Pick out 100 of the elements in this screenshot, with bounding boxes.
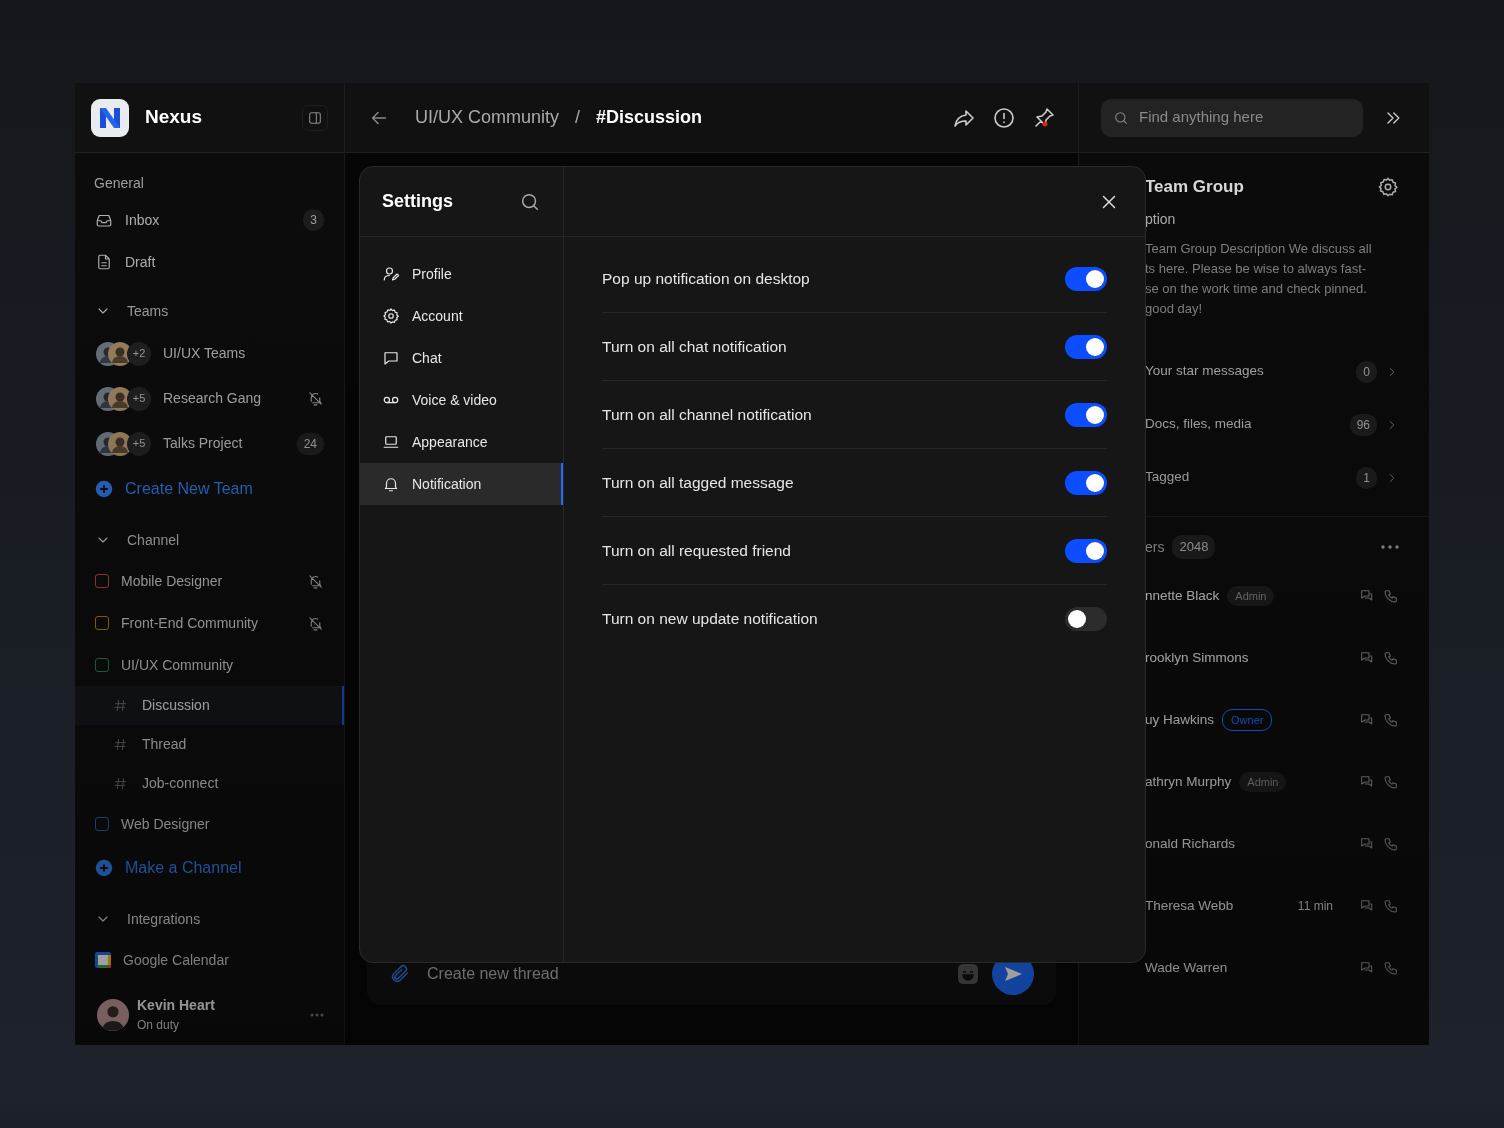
chat-icon[interactable]	[1359, 774, 1375, 790]
user-status: On duty	[137, 1017, 181, 1034]
team-link[interactable]: Talks Project	[163, 433, 243, 454]
breadcrumb-link[interactable]: UI/UX Community	[415, 104, 560, 131]
settings-menu-item[interactable]: Notification	[360, 463, 563, 505]
option-label: Turn on all requested friend	[602, 540, 791, 561]
channel-link[interactable]: Mobile Designer	[121, 570, 223, 592]
detail-link[interactable]: Docs, files, media	[1145, 414, 1252, 435]
sub-channel-item[interactable]: Discussion	[75, 686, 344, 725]
section-label: General	[94, 175, 144, 191]
phone-icon[interactable]	[1383, 898, 1399, 914]
more-icon[interactable]	[1381, 545, 1399, 549]
alert-icon[interactable]	[992, 105, 1016, 130]
toggle-switch[interactable]	[1065, 607, 1107, 631]
unread-count: 3	[303, 209, 324, 231]
section-label: ers	[1145, 537, 1165, 557]
breadcrumb-separator: /	[575, 106, 581, 129]
phone-icon[interactable]	[1383, 588, 1399, 604]
team-link[interactable]: UI/UX Teams	[163, 343, 246, 364]
role-tag: Admin	[1239, 771, 1287, 793]
user-name: Kevin Heart	[137, 996, 215, 1015]
section-label: ption	[1145, 211, 1176, 227]
person-edit-icon	[382, 265, 400, 283]
section-label: Teams	[127, 301, 169, 321]
member-name: onald Richards	[1145, 834, 1236, 853]
item-count: 1	[1356, 466, 1377, 489]
settings-menu-item[interactable]: Appearance	[360, 421, 563, 463]
search-icon	[1113, 109, 1129, 126]
toggle-switch[interactable]	[1065, 266, 1107, 291]
item-count: 96	[1349, 413, 1377, 436]
unread-count: 24	[296, 432, 324, 455]
laptop-icon	[382, 433, 400, 451]
sidebar-toggle-button[interactable]	[302, 104, 328, 131]
search-field[interactable]: Find anything here	[1101, 98, 1363, 137]
nav-link[interactable]: Inbox	[125, 209, 160, 231]
phone-icon[interactable]	[1383, 774, 1399, 790]
toggle-switch[interactable]	[1065, 470, 1107, 495]
plus-circle-icon	[95, 859, 113, 877]
phone-icon[interactable]	[1383, 712, 1399, 728]
member-total: 2048	[1172, 535, 1216, 559]
option-label: Turn on all tagged message	[602, 472, 794, 493]
chat-icon[interactable]	[1359, 712, 1375, 728]
member-name: rooklyn Simmons	[1145, 648, 1249, 667]
member-name: Theresa Webb	[1145, 896, 1234, 915]
pin-icon[interactable]	[1032, 105, 1056, 130]
plus-circle-icon	[95, 480, 113, 498]
section-label: Channel	[127, 530, 180, 550]
detail-link[interactable]: Tagged	[1145, 467, 1190, 488]
chat-icon[interactable]	[1359, 650, 1375, 666]
chat-icon[interactable]	[1359, 588, 1375, 604]
member-name: nnette Black	[1145, 586, 1220, 605]
chat-icon[interactable]	[1359, 898, 1375, 914]
sub-channel-item[interactable]: Thread	[75, 725, 344, 764]
toggle-switch[interactable]	[1065, 402, 1107, 427]
integration-link[interactable]: Google Calendar	[123, 949, 229, 971]
settings-menu-item[interactable]: Profile	[360, 253, 563, 295]
option-label: Pop up notification on desktop	[602, 268, 810, 289]
member-name: uy Hawkins	[1145, 710, 1215, 729]
channel-link[interactable]: Web Designer	[121, 813, 210, 835]
hash-icon	[113, 698, 128, 713]
member-count: +2	[127, 341, 151, 366]
section-label: Integrations	[127, 909, 201, 929]
settings-menu-item[interactable]: Chat	[360, 337, 563, 379]
phone-icon[interactable]	[1383, 836, 1399, 852]
member-name: athryn Murphy	[1145, 772, 1232, 791]
calendar-icon	[95, 952, 111, 968]
toggle-switch[interactable]	[1065, 334, 1107, 359]
channel-link[interactable]: Front-End Community	[121, 612, 258, 634]
user-avatar	[97, 998, 129, 1031]
settings-title: Settings	[382, 190, 453, 213]
channel-link[interactable]: UI/UX Community	[121, 654, 234, 676]
panel-icon	[307, 109, 323, 126]
nexus-logo	[91, 98, 129, 137]
chat-icon[interactable]	[1359, 960, 1375, 976]
settings-menu-item[interactable]: Account	[360, 295, 563, 337]
member-name: Wade Warren	[1145, 958, 1228, 977]
phone-icon[interactable]	[1383, 650, 1399, 666]
sub-channel-item[interactable]: Job-connect	[75, 764, 344, 803]
phone-icon[interactable]	[1383, 960, 1399, 976]
role-tag: Owner	[1222, 708, 1273, 732]
nav-link[interactable]: Draft	[125, 251, 156, 273]
option-label: Turn on all channel notification	[602, 404, 812, 425]
toggle-switch[interactable]	[1065, 538, 1107, 563]
document-icon	[95, 253, 113, 271]
gear-icon[interactable]	[1377, 176, 1399, 198]
channel-title: #Discussion	[596, 106, 703, 129]
detail-link[interactable]: Your star messages	[1145, 361, 1264, 382]
team-link[interactable]: Research Gang	[163, 388, 262, 409]
chat-bubble-icon	[382, 349, 400, 367]
paperclip-icon[interactable]	[389, 963, 411, 985]
chat-icon[interactable]	[1359, 836, 1375, 852]
member-count: +5	[127, 431, 151, 456]
hash-icon	[113, 737, 128, 752]
hash-icon	[113, 776, 128, 791]
app-name: Nexus	[145, 105, 203, 130]
settings-menu-item[interactable]: Voice & video	[360, 379, 563, 421]
item-count: 0	[1356, 360, 1377, 383]
bell-icon	[382, 475, 400, 493]
gear-icon	[382, 307, 400, 325]
option-label: Turn on all chat notification	[602, 336, 787, 357]
